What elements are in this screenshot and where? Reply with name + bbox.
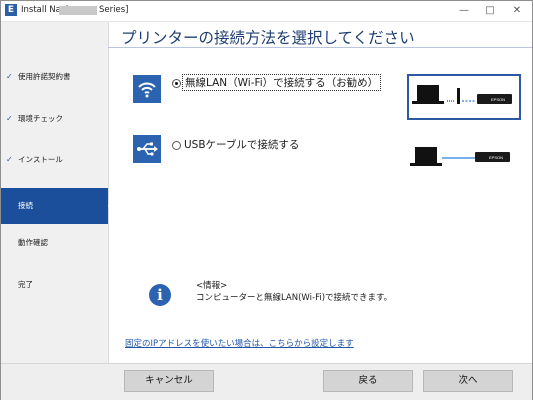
close-button[interactable]: ✕ [504, 2, 530, 20]
step-label: 環境チェック [18, 114, 63, 123]
svg-text:EPSON: EPSON [489, 155, 503, 160]
current-step-arrow [108, 188, 120, 224]
info-heading: <情報> [196, 281, 228, 291]
title-redacted-model [59, 6, 97, 15]
step-label: 使用許諾契約書 [18, 72, 71, 81]
title-bar: E Install Navi Series] — □ ✕ [1, 1, 532, 22]
page-title: プリンターの接続方法を選択してください [121, 29, 415, 47]
step-label: 接続 [18, 201, 33, 210]
wifi-icon [133, 75, 161, 103]
usb-radio[interactable] [172, 141, 181, 150]
step-license: ✓ 使用許諾契約書 [1, 63, 108, 91]
step-install: ✓ インストール [1, 146, 108, 174]
step-sidebar: ✓ 使用許諾契約書 ✓ 環境チェック ✓ インストール 接続 動作確認 完了 [1, 22, 120, 363]
fixed-ip-link[interactable]: 固定のIPアドレスを使いたい場合は、こちらから設定します [125, 337, 354, 349]
check-icon: ✓ [6, 72, 13, 81]
svg-text:EPSON: EPSON [491, 97, 505, 102]
minimize-button[interactable]: — [451, 2, 477, 20]
title-divider [108, 47, 532, 48]
check-icon: ✓ [6, 114, 13, 123]
installer-window: E Install Navi Series] — □ ✕ ✓ 使用許諾契約書 ✓… [0, 0, 533, 400]
step-label: 動作確認 [18, 238, 48, 247]
footer-bar: キャンセル 戻る 次へ [1, 363, 532, 400]
info-icon: i [149, 284, 171, 306]
step-label: 完了 [18, 280, 33, 289]
step-connection: 接続 [1, 188, 120, 224]
usb-option-label[interactable]: USBケーブルで接続する [184, 137, 299, 152]
next-button[interactable]: 次へ [423, 370, 513, 392]
step-environment-check: ✓ 環境チェック [1, 105, 108, 133]
back-button[interactable]: 戻る [323, 370, 413, 392]
check-icon: ✓ [6, 155, 13, 164]
cancel-button[interactable]: キャンセル [124, 370, 214, 392]
usb-connection-illustration: EPSON [407, 138, 517, 180]
step-complete: 完了 [1, 271, 108, 299]
wifi-radio[interactable] [172, 79, 181, 88]
wifi-connection-illustration: EPSON [407, 74, 521, 120]
wifi-option-label[interactable]: 無線LAN（Wi-Fi）で接続する（お勧め） [182, 74, 382, 91]
step-label: インストール [18, 155, 63, 164]
usb-icon [133, 135, 161, 163]
info-body: コンピューターと無線LAN(Wi-Fi)で接続できます。 [196, 293, 393, 303]
window-title-suffix: Series] [99, 5, 129, 15]
step-operation-check: 動作確認 [1, 229, 108, 257]
app-icon: E [5, 4, 17, 16]
maximize-button[interactable]: □ [477, 2, 503, 20]
